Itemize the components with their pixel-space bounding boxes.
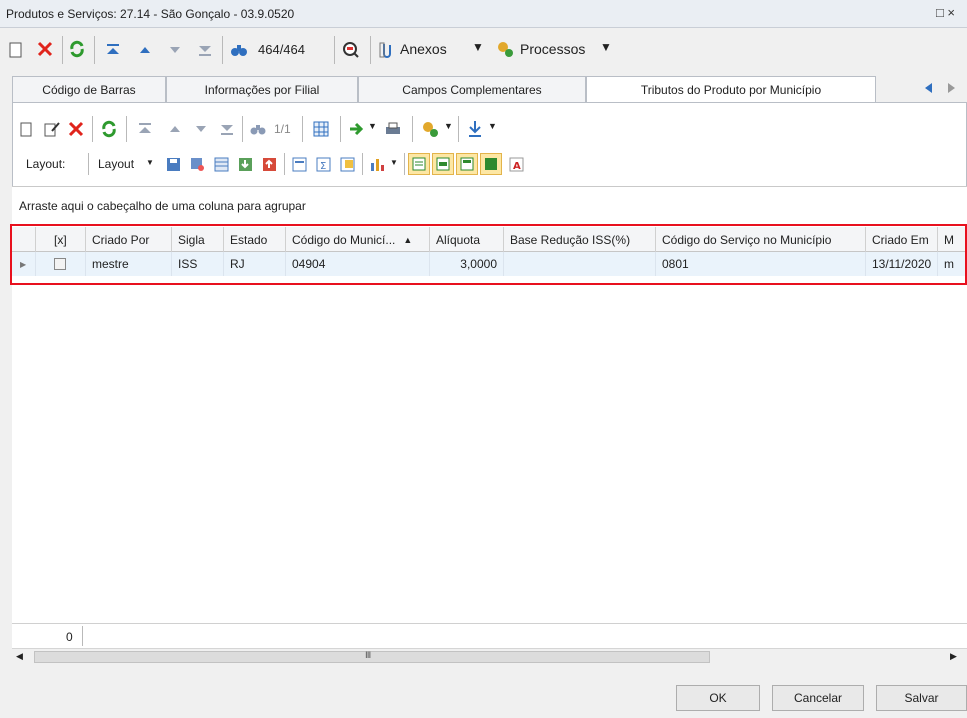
prev-icon[interactable]: [136, 40, 154, 60]
save-button[interactable]: Salvar: [876, 685, 967, 711]
first-icon[interactable]: [136, 120, 154, 138]
next-icon[interactable]: [192, 120, 210, 138]
layout-toolbar: Layout: Layout ▼ Σ ▼ A: [12, 147, 967, 181]
grid-toolbar: 1/1 ▼ ▼ ▼: [12, 112, 967, 146]
export-dropdown-icon[interactable]: ▼: [368, 121, 377, 131]
ok-button[interactable]: OK: [676, 685, 760, 711]
delete-icon[interactable]: [34, 38, 56, 60]
tab-label: Tributos do Produto por Município: [640, 82, 822, 97]
scroll-left-icon[interactable]: ◀: [16, 651, 23, 662]
tab-tributos-municipio[interactable]: Tributos do Produto por Município: [586, 76, 876, 102]
scroll-right-icon[interactable]: ▶: [950, 651, 957, 662]
view-mode-1-icon[interactable]: [408, 153, 430, 175]
svg-text:Σ: Σ: [320, 161, 326, 172]
query-icon[interactable]: [340, 39, 362, 61]
export-icon[interactable]: [346, 119, 368, 139]
svg-text:A: A: [513, 161, 521, 172]
font-icon[interactable]: A: [506, 154, 526, 174]
tab-label: Campos Complementares: [402, 82, 542, 97]
delete-layout-icon[interactable]: [188, 155, 206, 173]
layout-dropdown[interactable]: Layout: [98, 157, 134, 171]
prev-icon[interactable]: [166, 120, 184, 138]
last-icon[interactable]: [218, 120, 236, 138]
anexos-menu[interactable]: Anexos: [400, 41, 447, 57]
grid-view-icon[interactable]: [212, 155, 230, 173]
process-dropdown-icon[interactable]: ▼: [444, 121, 453, 131]
process-icon[interactable]: [418, 118, 442, 140]
layout-label: Layout:: [26, 157, 66, 171]
tab-scroll-right-icon[interactable]: [942, 80, 960, 96]
processos-dropdown-icon[interactable]: ▼: [600, 40, 612, 54]
chart-icon[interactable]: [368, 155, 388, 173]
refresh-icon[interactable]: [98, 118, 120, 140]
view-mode-2-icon[interactable]: [432, 153, 454, 175]
cancel-button[interactable]: Cancelar: [772, 685, 864, 711]
format-icon[interactable]: [338, 155, 356, 173]
horizontal-scrollbar[interactable]: ◀ Ⅲ ▶: [12, 648, 967, 665]
summary-icon[interactable]: Σ: [314, 155, 332, 173]
filter-icon[interactable]: [464, 118, 486, 140]
record-count: 464/464: [258, 42, 305, 57]
export-layout-icon[interactable]: [260, 155, 278, 173]
process-icon[interactable]: [494, 38, 516, 60]
view-mode-4-icon[interactable]: [480, 153, 502, 175]
tab-informacoes-filial[interactable]: Informações por Filial: [166, 76, 358, 102]
layout-dropdown-icon[interactable]: ▼: [146, 158, 154, 167]
last-icon[interactable]: [196, 40, 214, 60]
import-layout-icon[interactable]: [236, 155, 254, 173]
print-icon[interactable]: [382, 119, 404, 139]
tab-scroll-left-icon[interactable]: [920, 80, 938, 96]
save-layout-icon[interactable]: [164, 155, 182, 173]
tab-codigo-barras[interactable]: Código de Barras: [12, 76, 166, 102]
page-count: 1/1: [274, 122, 291, 136]
tab-label: Código de Barras: [42, 82, 136, 97]
new-icon[interactable]: [18, 119, 34, 139]
group-panel-icon[interactable]: [290, 155, 308, 173]
group-hint: Arraste aqui o cabeçalho de uma coluna p…: [19, 199, 306, 213]
first-icon[interactable]: [104, 40, 122, 60]
tab-label: Informações por Filial: [204, 82, 320, 97]
footer-count: 0: [66, 630, 73, 644]
edit-icon[interactable]: [42, 119, 62, 139]
next-icon[interactable]: [166, 40, 184, 60]
title-bar: Produtos e Serviços: 27.14 - São Gonçalo…: [0, 0, 967, 28]
chart-dropdown-icon[interactable]: ▼: [390, 158, 398, 167]
main-toolbar: 464/464 Anexos ▼ Processos ▼: [0, 30, 967, 70]
maximize-close-icon[interactable]: □ ×: [936, 5, 955, 20]
find-icon[interactable]: [248, 120, 268, 138]
anexos-dropdown-icon[interactable]: ▼: [472, 40, 484, 54]
find-icon[interactable]: [228, 39, 250, 61]
refresh-icon[interactable]: [66, 38, 88, 60]
delete-icon[interactable]: [66, 119, 86, 139]
new-icon[interactable]: [6, 40, 24, 60]
processos-menu[interactable]: Processos: [520, 41, 585, 57]
view-mode-3-icon[interactable]: [456, 153, 478, 175]
attach-icon[interactable]: [376, 39, 398, 61]
scroll-thumb[interactable]: Ⅲ: [34, 650, 710, 663]
tab-campos-complementares[interactable]: Campos Complementares: [358, 76, 586, 102]
filter-dropdown-icon[interactable]: ▼: [488, 121, 497, 131]
window-title: Produtos e Serviços: 27.14 - São Gonçalo…: [6, 7, 295, 21]
highlight-box: [10, 224, 967, 285]
columns-icon[interactable]: [310, 119, 332, 139]
tab-strip: Código de Barras Informações por Filial …: [12, 76, 967, 102]
